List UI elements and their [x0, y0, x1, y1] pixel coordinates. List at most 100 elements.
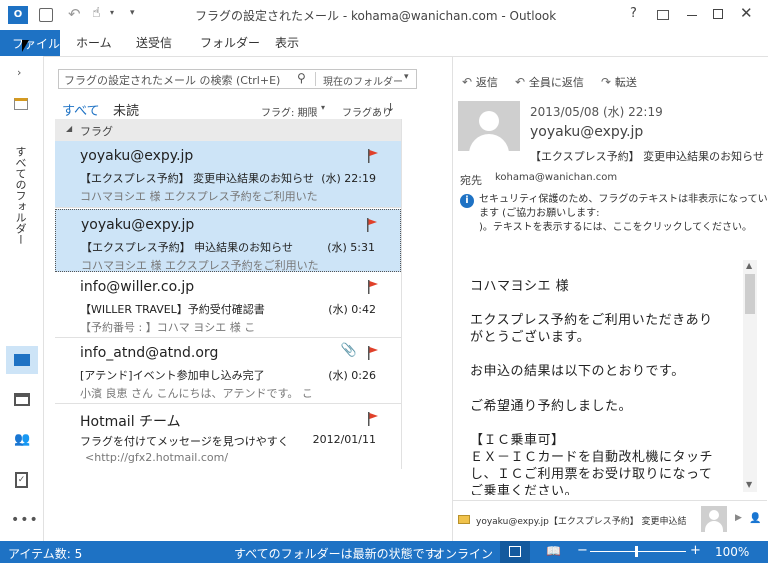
- list-item[interactable]: yoyaku@expy.jp 【エクスプレス予約】 申込結果のお知らせ (水) …: [55, 209, 401, 272]
- list-scrollbar[interactable]: [401, 119, 402, 469]
- message-subject: 【WILLER TRAVEL】予約受付確認書: [80, 303, 265, 316]
- send-receive-icon[interactable]: [39, 8, 53, 22]
- mail-icon[interactable]: [6, 346, 38, 374]
- sort-by-chevron-icon[interactable]: ▾: [321, 103, 325, 112]
- scroll-thumb[interactable]: [745, 274, 755, 314]
- zoom-in-button[interactable]: +: [690, 543, 701, 558]
- flag-icon[interactable]: [367, 280, 379, 294]
- maximize-icon[interactable]: [713, 9, 723, 19]
- pin-icon[interactable]: [14, 98, 28, 110]
- list-item[interactable]: info@willer.co.jp 【WILLER TRAVEL】予約受付確認書…: [55, 272, 401, 338]
- body-line: コハマヨシエ 様: [470, 279, 570, 294]
- reply-all-button[interactable]: ↶ 全員に返信: [515, 74, 584, 90]
- tab-send-receive[interactable]: 送受信: [136, 34, 172, 54]
- expand-folder-pane-icon[interactable]: ›: [17, 66, 21, 79]
- message-preview: コハマヨシエ 様 エクスプレス予約をご利用いた: [80, 190, 318, 203]
- zoom-level[interactable]: 100%: [715, 545, 749, 559]
- minimize-icon[interactable]: [687, 15, 697, 16]
- all-folders-label[interactable]: すべてのフォルダー: [12, 146, 28, 245]
- touch-mode-icon[interactable]: ☝: [92, 5, 101, 21]
- calendar-icon[interactable]: [14, 393, 30, 406]
- outlook-logo-icon[interactable]: O: [8, 6, 28, 24]
- reading-sender[interactable]: yoyaku@expy.jp: [530, 124, 643, 140]
- message-preview: 【予約番号 : 】コハマ ヨシエ 様 こ: [80, 321, 256, 334]
- sort-arrow-icon[interactable]: ↓: [386, 101, 395, 114]
- security-notice-line: セキュリティ保護のため、フラグのテキストは非表示になってい: [479, 194, 768, 205]
- close-icon[interactable]: ✕: [740, 4, 753, 22]
- people-expand-icon[interactable]: ▶: [735, 513, 742, 523]
- search-divider: [315, 72, 316, 86]
- forward-label: 転送: [614, 76, 637, 89]
- message-preview: <http://gfx2.hotmail.com/: [85, 451, 229, 464]
- security-notice[interactable]: セキュリティ保護のため、フラグのテキストは非表示になってい ます (ご協力お願い…: [479, 193, 768, 235]
- chevron-down-icon[interactable]: ▾: [404, 72, 409, 82]
- tab-folder[interactable]: フォルダー: [200, 34, 260, 54]
- zoom-out-button[interactable]: −: [577, 543, 588, 558]
- to-label: 宛先: [460, 174, 482, 187]
- message-sender: info_atnd@atnd.org: [80, 345, 219, 361]
- list-item[interactable]: info_atnd@atnd.org [アテンド]イベント参加申し込み完了 (水…: [55, 338, 401, 404]
- reading-scrollbar[interactable]: ▲ ▼: [743, 260, 757, 492]
- flag-icon[interactable]: [367, 149, 379, 163]
- search-input[interactable]: フラグの設定されたメール の検索 (Ctrl+E): [64, 72, 280, 88]
- message-time: (水) 0:42: [328, 303, 376, 316]
- message-time: (水) 22:19: [321, 172, 376, 185]
- filter-all[interactable]: すべて: [62, 100, 100, 119]
- zoom-slider[interactable]: [590, 546, 686, 557]
- message-subject: 【エクスプレス予約】 申込結果のお知らせ: [81, 241, 293, 254]
- tab-file[interactable]: ファイル: [0, 30, 60, 56]
- tab-home[interactable]: ホーム: [76, 34, 112, 54]
- ribbon-tabs: ホーム 送受信 フォルダー 表示: [0, 30, 768, 56]
- filter-unread[interactable]: 未読: [113, 100, 139, 119]
- search-scope-dropdown[interactable]: 現在のフォルダー: [323, 73, 403, 88]
- to-recipient[interactable]: kohama@wanichan.com: [495, 172, 617, 183]
- scroll-down-icon[interactable]: ▼: [746, 480, 752, 489]
- people-settings-icon[interactable]: 👤: [749, 513, 761, 524]
- ribbon-display-icon[interactable]: [657, 10, 669, 20]
- normal-view-icon[interactable]: [500, 541, 530, 563]
- reply-button[interactable]: ↶ 返信: [462, 74, 498, 90]
- ribbon-divider: [0, 56, 768, 57]
- flag-icon[interactable]: [367, 346, 379, 360]
- undo-icon[interactable]: ↶: [68, 5, 81, 23]
- people-pane[interactable]: yoyaku@expy.jp【エクスプレス予約】 変更申込結果... ▶ 👤: [453, 500, 767, 538]
- attachment-icon: 📎: [340, 343, 357, 358]
- envelope-icon: [458, 515, 470, 524]
- list-item[interactable]: yoyaku@expy.jp 【エクスプレス予約】 変更申込結果のお知らせ (水…: [55, 141, 401, 208]
- window-title: フラグの設定されたメール - kohama@wanichan.com - Out…: [195, 9, 557, 23]
- sync-status: すべてのフォルダーは最新の状態です。: [234, 547, 448, 561]
- forward-button[interactable]: ↷ 転送: [601, 74, 637, 90]
- message-subject: フラグを付けてメッセージを見つけやすく: [80, 435, 289, 448]
- flag-icon[interactable]: [367, 412, 379, 426]
- flag-icon[interactable]: [366, 218, 378, 232]
- customize-qat-icon[interactable]: ▾: [130, 8, 135, 18]
- reading-subject: 【エクスプレス予約】 変更申込結果のお知らせ: [530, 150, 764, 163]
- message-sender: info@willer.co.jp: [80, 279, 195, 295]
- sort-by-dropdown[interactable]: フラグ: 期限: [261, 104, 318, 119]
- collapse-triangle-icon[interactable]: ◢: [66, 124, 72, 133]
- search-box[interactable]: フラグの設定されたメール の検索 (Ctrl+E) ⚲ 現在のフォルダー ▾: [58, 69, 417, 89]
- touch-dropdown-icon[interactable]: ▾: [110, 8, 114, 17]
- people-avatar[interactable]: [701, 506, 727, 532]
- help-icon[interactable]: ?: [630, 6, 637, 21]
- tasks-icon[interactable]: ✓: [15, 472, 28, 488]
- message-sender: yoyaku@expy.jp: [81, 217, 195, 233]
- security-notice-line: ます (ご協力お願いします:: [479, 208, 600, 219]
- body-line: お申込の結果は以下のとおりです。: [470, 364, 685, 379]
- sender-avatar[interactable]: [458, 101, 520, 151]
- zoom-slider-thumb[interactable]: [635, 546, 638, 557]
- scroll-up-icon[interactable]: ▲: [746, 261, 752, 270]
- tab-view[interactable]: 表示: [275, 34, 299, 54]
- message-preview: 小濱 良恵 さん こんにちは、アテンドです。 こ: [80, 387, 313, 400]
- sort-order-toggle[interactable]: フラグあり: [342, 104, 392, 119]
- mouse-cursor-icon: [22, 40, 29, 52]
- group-header[interactable]: ◢ フラグ: [55, 119, 401, 141]
- more-icon[interactable]: •••: [11, 512, 39, 528]
- list-item[interactable]: Hotmail チーム フラグを付けてメッセージを見つけやすく 2012/01/…: [55, 404, 401, 466]
- security-notice-line: )。テキストを表示するには、ここをクリックしてください。: [479, 222, 753, 233]
- search-icon[interactable]: ⚲: [297, 71, 306, 85]
- message-body[interactable]: コハマヨシエ 様 エクスプレス予約をご利用いただきあり がとうございます。 お申…: [452, 258, 742, 495]
- people-icon[interactable]: 👥: [14, 432, 30, 447]
- reading-view-icon[interactable]: 📖: [546, 544, 561, 558]
- item-count: アイテム数: 5: [8, 547, 83, 561]
